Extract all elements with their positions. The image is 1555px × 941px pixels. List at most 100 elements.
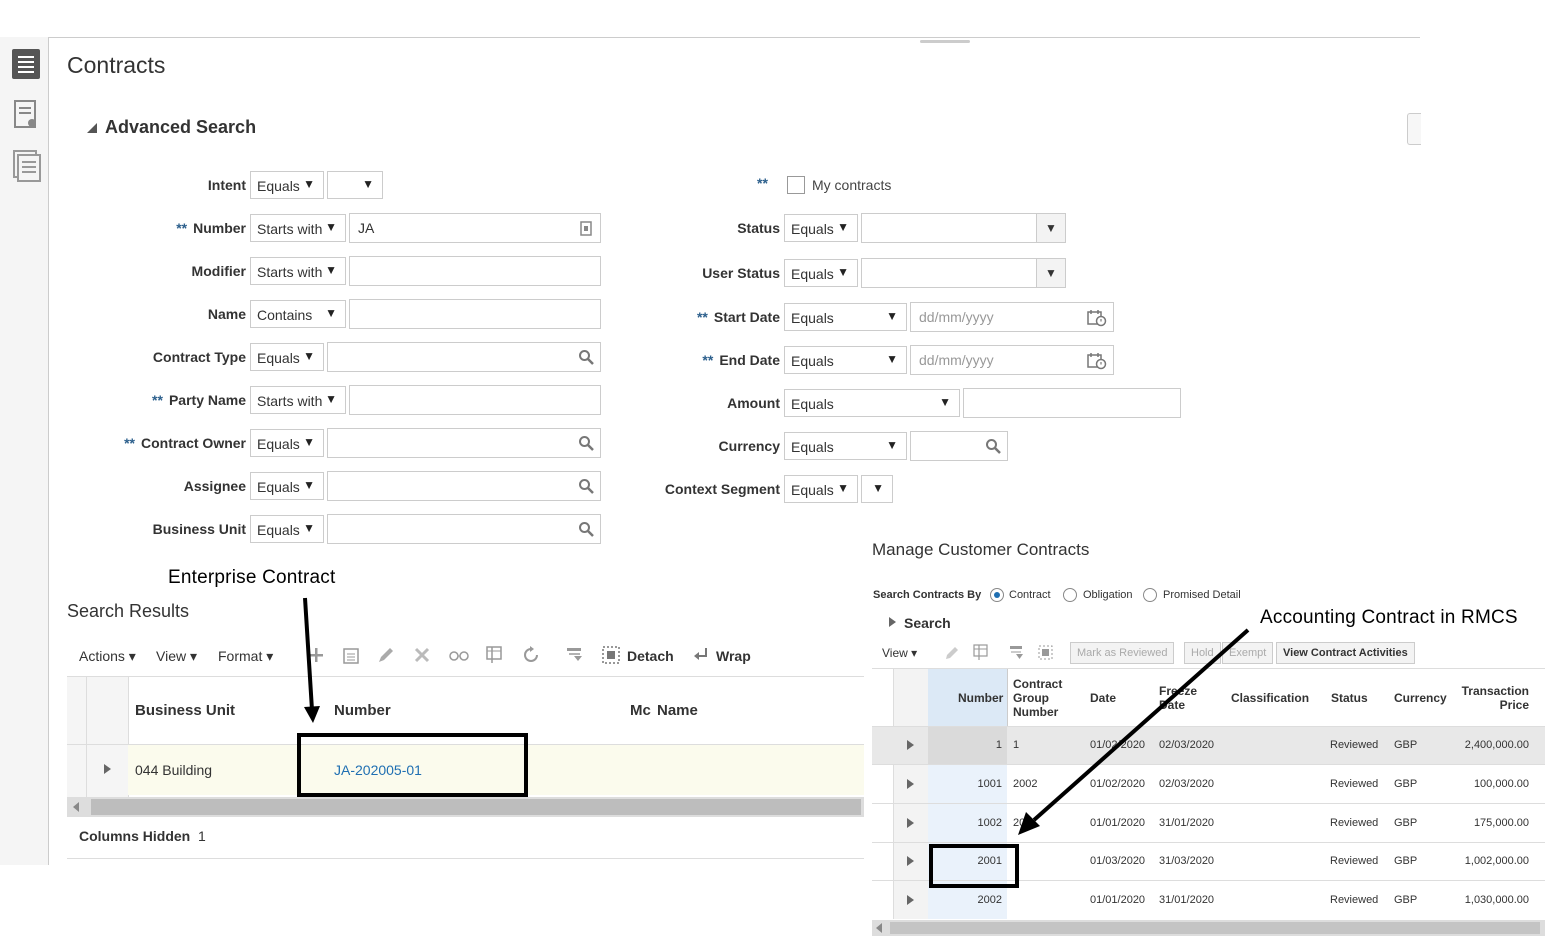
panel-tab[interactable]	[1407, 113, 1421, 145]
end-date-input[interactable]: dd/mm/yyyy	[910, 345, 1114, 375]
currency-operator-select[interactable]: Equals ▼	[784, 432, 907, 460]
context-segment-operator-select[interactable]: Equals ▼	[784, 475, 858, 503]
context-segment-label: Context Segment	[664, 481, 780, 497]
my-contracts-checkbox[interactable]	[787, 176, 805, 194]
mcc-col-status[interactable]: Status	[1331, 691, 1368, 705]
column-header-modifier[interactable]: Mc	[630, 702, 651, 719]
user-status-dropdown-button[interactable]: ▼	[1036, 258, 1066, 288]
start-date-input[interactable]: dd/mm/yyyy	[910, 302, 1114, 332]
wrap-icon[interactable]	[692, 646, 710, 664]
contract-owner-input[interactable]	[327, 428, 601, 458]
context-segment-value-select[interactable]: ▼	[861, 475, 893, 503]
freeze-columns-icon[interactable]	[485, 645, 503, 665]
format-menu[interactable]: Format ▾	[218, 648, 273, 665]
detach-button[interactable]: Detach	[627, 648, 674, 664]
search-icon[interactable]	[578, 435, 594, 451]
radio-promised-detail[interactable]	[1143, 588, 1157, 602]
radio-contract[interactable]	[990, 588, 1004, 602]
assignee-input[interactable]	[327, 471, 601, 501]
search-icon[interactable]	[578, 478, 594, 494]
row-expand-icon[interactable]	[907, 779, 914, 789]
intent-operator-select[interactable]: Equals ▼	[250, 171, 324, 199]
modifier-operator-select[interactable]: Starts with ▼	[250, 257, 346, 285]
mcc-row-number-link[interactable]: 1002	[928, 817, 1002, 829]
detach-icon[interactable]	[602, 646, 620, 664]
collapse-triangle-icon[interactable]	[85, 121, 99, 138]
search-icon[interactable]	[985, 438, 1001, 454]
intent-label: Intent	[207, 177, 246, 193]
name-operator-select[interactable]: Contains ▼	[250, 300, 346, 328]
wrap-button[interactable]: Wrap	[716, 648, 751, 664]
view-contract-activities-button[interactable]: View Contract Activities	[1276, 642, 1415, 664]
user-status-operator-select[interactable]: Equals ▼	[784, 259, 858, 287]
search-icon[interactable]	[578, 521, 594, 537]
party-name-input[interactable]	[349, 385, 601, 415]
start-date-operator-select[interactable]: Equals ▼	[784, 303, 907, 331]
amount-input[interactable]	[963, 388, 1181, 418]
callout-accounting-contract: Accounting Contract in RMCS	[1260, 607, 1518, 628]
contract-type-input[interactable]	[327, 342, 601, 372]
column-header-name[interactable]: Name	[657, 702, 698, 719]
mcc-row-number-link[interactable]: 1	[928, 739, 1002, 751]
status-input[interactable]	[861, 213, 1037, 243]
contract-owner-operator-select[interactable]: Equals ▼	[250, 429, 324, 457]
mcc-row-number-link[interactable]: 1001	[928, 778, 1002, 790]
business-unit-operator-select[interactable]: Equals ▼	[250, 515, 324, 543]
party-name-label: ** Party Name	[152, 392, 246, 408]
pencil-icon[interactable]	[945, 646, 959, 660]
mcc-row-status: Reviewed	[1330, 855, 1379, 867]
radio-obligation[interactable]	[1063, 588, 1077, 602]
number-operator-select[interactable]: Starts with ▼	[250, 214, 346, 242]
column-header-business-unit[interactable]: Business Unit	[135, 702, 235, 719]
pages-icon[interactable]	[12, 149, 41, 182]
refresh-icon[interactable]	[522, 646, 540, 664]
mcc-row-price: 1,030,000.00	[1464, 894, 1529, 906]
row-expand-icon[interactable]	[104, 764, 111, 774]
edit-form-icon[interactable]	[342, 647, 360, 665]
mcc-view-menu[interactable]: View ▾	[882, 646, 917, 660]
actions-menu[interactable]: Actions ▾	[79, 648, 136, 665]
search-icon[interactable]	[578, 349, 594, 365]
row-expand-icon[interactable]	[907, 856, 914, 866]
status-operator-select[interactable]: Equals ▼	[784, 214, 858, 242]
calendar-icon[interactable]	[1087, 309, 1107, 327]
mcc-col-transaction-price[interactable]: Transaction Price	[1460, 684, 1529, 712]
search-expand-icon[interactable]	[889, 617, 896, 627]
contract-type-operator-select[interactable]: Equals ▼	[250, 343, 324, 371]
business-unit-input[interactable]	[327, 514, 601, 544]
mcc-col-currency[interactable]: Currency	[1394, 691, 1447, 705]
list-menu-icon[interactable]	[12, 49, 40, 79]
pencil-icon[interactable]	[377, 646, 395, 664]
amount-operator-select[interactable]: Equals ▼	[784, 389, 960, 417]
row-expand-icon[interactable]	[907, 895, 914, 905]
currency-input[interactable]	[910, 431, 1008, 461]
row-expand-icon[interactable]	[907, 740, 914, 750]
glasses-icon[interactable]	[449, 648, 469, 662]
mcc-row-status: Reviewed	[1330, 894, 1379, 906]
amount-label: Amount	[727, 395, 780, 411]
resize-handle[interactable]	[920, 40, 970, 43]
callout-arrow	[1018, 628, 1250, 835]
name-input[interactable]	[349, 299, 601, 329]
delete-icon[interactable]	[414, 647, 430, 663]
column-header-number[interactable]: Number	[334, 702, 391, 719]
number-input[interactable]: JA	[349, 213, 601, 243]
modifier-input[interactable]	[349, 256, 601, 286]
calendar-icon[interactable]	[1087, 352, 1107, 370]
user-status-input[interactable]	[861, 258, 1037, 288]
document-search-icon[interactable]	[12, 99, 40, 129]
end-date-operator-select[interactable]: Equals ▼	[784, 346, 907, 374]
view-menu[interactable]: View ▾	[156, 648, 197, 665]
freeze-columns-icon[interactable]	[973, 644, 989, 660]
party-name-operator-select[interactable]: Starts with ▼	[250, 386, 346, 414]
mcc-row-number-link[interactable]: 2002	[928, 894, 1002, 906]
status-dropdown-button[interactable]: ▼	[1036, 213, 1066, 243]
query-by-example-icon[interactable]	[566, 646, 584, 664]
assignee-operator-select[interactable]: Equals ▼	[250, 472, 324, 500]
horizontal-scrollbar[interactable]	[67, 797, 864, 817]
row-expand-icon[interactable]	[907, 818, 914, 828]
mcc-horizontal-scrollbar[interactable]	[872, 920, 1545, 936]
mcc-search-header[interactable]: Search	[904, 615, 951, 631]
intent-value-select[interactable]: ▼	[327, 171, 383, 199]
mcc-col-number[interactable]: Number	[958, 691, 1003, 705]
